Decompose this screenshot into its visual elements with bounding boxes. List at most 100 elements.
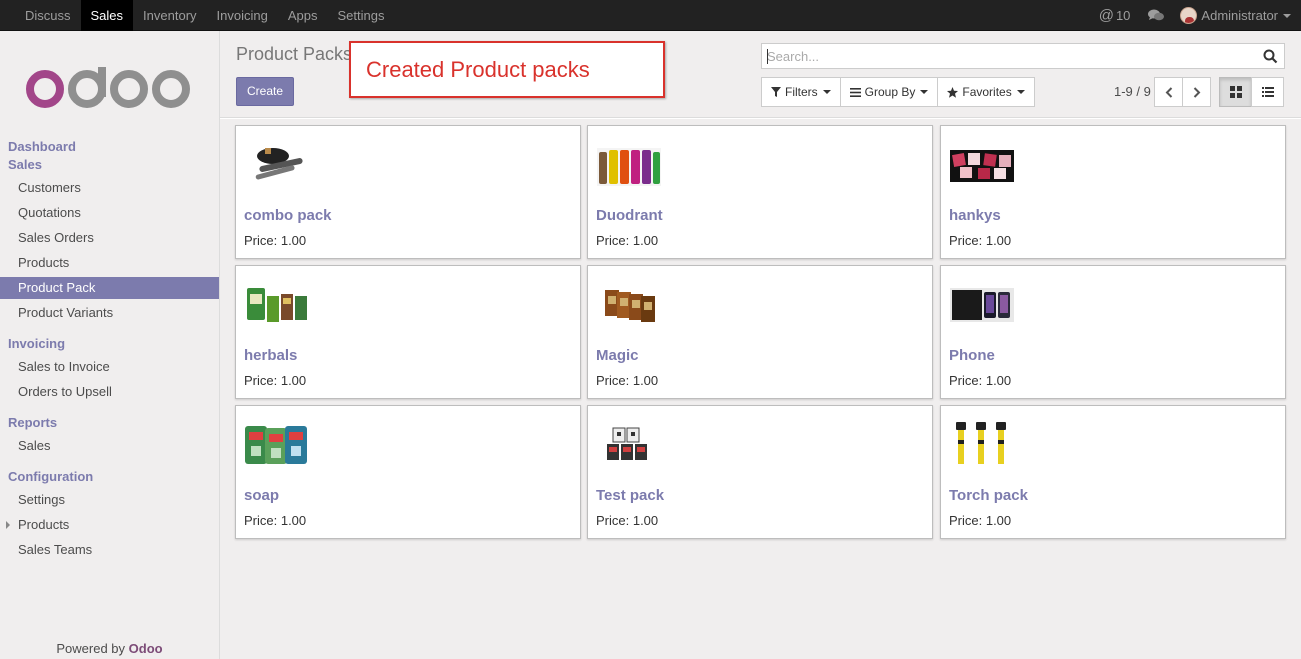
sidebar-item-quotations[interactable]: Quotations: [0, 202, 219, 224]
powered-by-text: Powered by: [56, 641, 126, 656]
product-name[interactable]: combo pack: [244, 207, 332, 224]
product-name[interactable]: Duodrant: [596, 207, 663, 224]
product-price: Price: 1.00: [596, 513, 659, 528]
powered-by: Powered by Odoo: [0, 641, 219, 656]
sidebar-section-invoicing[interactable]: Invoicing: [8, 336, 65, 351]
text-cursor: [767, 49, 768, 64]
product-name[interactable]: hankys: [949, 207, 1001, 224]
sidebar-section-sales[interactable]: Sales: [8, 157, 42, 172]
group-by-button[interactable]: Group By: [839, 77, 939, 107]
product-name[interactable]: Test pack: [596, 487, 664, 504]
at-icon: @: [1098, 7, 1114, 24]
sidebar-item-reports-sales[interactable]: Sales: [0, 435, 219, 457]
pager-next-button[interactable]: [1182, 77, 1211, 107]
product-price: Price: 1.00: [596, 233, 659, 248]
kanban-card[interactable]: hankys Price: 1.00: [940, 125, 1286, 259]
breadcrumb: Product Packs: [236, 44, 353, 64]
odoo-logo: [26, 67, 190, 108]
sidebar-section-reports[interactable]: Reports: [8, 415, 57, 430]
product-price: Price: 1.00: [244, 373, 307, 388]
herbal-packs-image: [247, 288, 307, 322]
chat-bubbles-icon: [1148, 9, 1165, 21]
chevron-left-icon: [1165, 86, 1172, 98]
product-price: Price: 1.00: [949, 373, 1012, 388]
annotation-text: Created Product packs: [366, 57, 590, 82]
filters-button[interactable]: Filters: [761, 77, 841, 107]
sidebar-item-label: Products: [18, 517, 70, 532]
product-name[interactable]: soap: [244, 487, 279, 504]
menu-inventory[interactable]: Inventory: [133, 0, 206, 31]
kanban-card[interactable]: herbals Price: 1.00: [235, 265, 581, 399]
list-view-button[interactable]: [1251, 77, 1284, 107]
systray: @ 10 Administrator: [1087, 0, 1291, 31]
th-large-icon: [1229, 86, 1242, 98]
sidebar: Dashboard Sales Customers Quotations Sal…: [0, 31, 220, 659]
control-panel: Product Packs Create Created Product pac…: [220, 31, 1301, 118]
kanban-card[interactable]: Torch pack Price: 1.00: [940, 405, 1286, 539]
product-name[interactable]: herbals: [244, 347, 297, 364]
mentions-count: 10: [1115, 8, 1131, 23]
menu-settings[interactable]: Settings: [327, 0, 394, 31]
search-icon[interactable]: [1263, 49, 1278, 64]
main-menu: Discuss Sales Inventory Invoicing Apps S…: [15, 0, 394, 31]
sidebar-item-orders-to-upsell[interactable]: Orders to Upsell: [0, 381, 219, 403]
product-name[interactable]: Magic: [596, 347, 639, 364]
search-input[interactable]: Search...: [761, 43, 1285, 69]
sidebar-item-sales-to-invoice[interactable]: Sales to Invoice: [0, 356, 219, 378]
sidebar-item-product-variants[interactable]: Product Variants: [0, 302, 219, 324]
kanban-card[interactable]: Phone Price: 1.00: [940, 265, 1286, 399]
menu-invoicing[interactable]: Invoicing: [207, 0, 278, 31]
menu-apps[interactable]: Apps: [278, 0, 328, 31]
kanban-view: combo pack Price: 1.00 Duodrant Price: 1…: [220, 119, 1301, 659]
sidebar-section-configuration[interactable]: Configuration: [8, 469, 93, 484]
kanban-card[interactable]: Test pack Price: 1.00: [587, 405, 933, 539]
mentions-button[interactable]: @ 10: [1099, 7, 1131, 24]
sidebar-item-customers[interactable]: Customers: [0, 177, 219, 199]
soap-packs-image: [245, 426, 307, 464]
kanban-view-button[interactable]: [1219, 77, 1252, 107]
handkerchiefs-image: [950, 150, 1014, 182]
sidebar-item-settings[interactable]: Settings: [0, 489, 219, 511]
sidebar-section-dashboard[interactable]: Dashboard: [8, 139, 76, 154]
product-price: Price: 1.00: [949, 233, 1012, 248]
phones-image: [950, 288, 1014, 322]
create-button[interactable]: Create: [236, 77, 294, 106]
favorites-button[interactable]: Favorites: [937, 77, 1035, 107]
product-price: Price: 1.00: [596, 373, 659, 388]
product-price: Price: 1.00: [244, 233, 307, 248]
kanban-card[interactable]: Magic Price: 1.00: [587, 265, 933, 399]
deodorant-bottles-image: [597, 148, 661, 186]
pager-previous-button[interactable]: [1154, 77, 1183, 107]
chevron-down-icon: [1283, 13, 1291, 18]
sidebar-item-sales-orders[interactable]: Sales Orders: [0, 227, 219, 249]
product-name[interactable]: Phone: [949, 347, 995, 364]
pager-value[interactable]: 1-9 / 9: [1114, 84, 1151, 99]
list-icon: [1261, 87, 1274, 97]
avatar: [1180, 7, 1198, 24]
bars-icon: [849, 87, 861, 97]
menu-discuss[interactable]: Discuss: [15, 0, 81, 31]
favorites-label: Favorites: [962, 85, 1012, 99]
filters-label: Filters: [785, 85, 818, 99]
kanban-card[interactable]: combo pack Price: 1.00: [235, 125, 581, 259]
search-placeholder: Search...: [767, 49, 820, 64]
chat-button[interactable]: [1148, 9, 1165, 22]
kanban-card[interactable]: soap Price: 1.00: [235, 405, 581, 539]
user-menu[interactable]: Administrator: [1180, 7, 1291, 24]
user-name: Administrator: [1201, 8, 1278, 23]
sidebar-item-sales-teams[interactable]: Sales Teams: [0, 539, 219, 561]
group-by-label: Group By: [864, 85, 916, 99]
test-pack-image: [607, 427, 647, 460]
product-name[interactable]: Torch pack: [949, 487, 1028, 504]
magic-boxes-image: [605, 290, 655, 322]
chevron-down-icon: [1016, 90, 1025, 94]
sidebar-item-products[interactable]: Products: [0, 252, 219, 274]
annotation-callout: Created Product packs: [349, 41, 665, 98]
menu-sales[interactable]: Sales: [80, 0, 134, 31]
sidebar-item-config-products[interactable]: Products: [0, 514, 219, 536]
bag-and-rolls-image: [255, 148, 303, 180]
chevron-down-icon: [920, 90, 929, 94]
powered-by-link[interactable]: Odoo: [129, 641, 163, 656]
sidebar-item-product-pack[interactable]: Product Pack: [0, 277, 219, 299]
kanban-card[interactable]: Duodrant Price: 1.00: [587, 125, 933, 259]
